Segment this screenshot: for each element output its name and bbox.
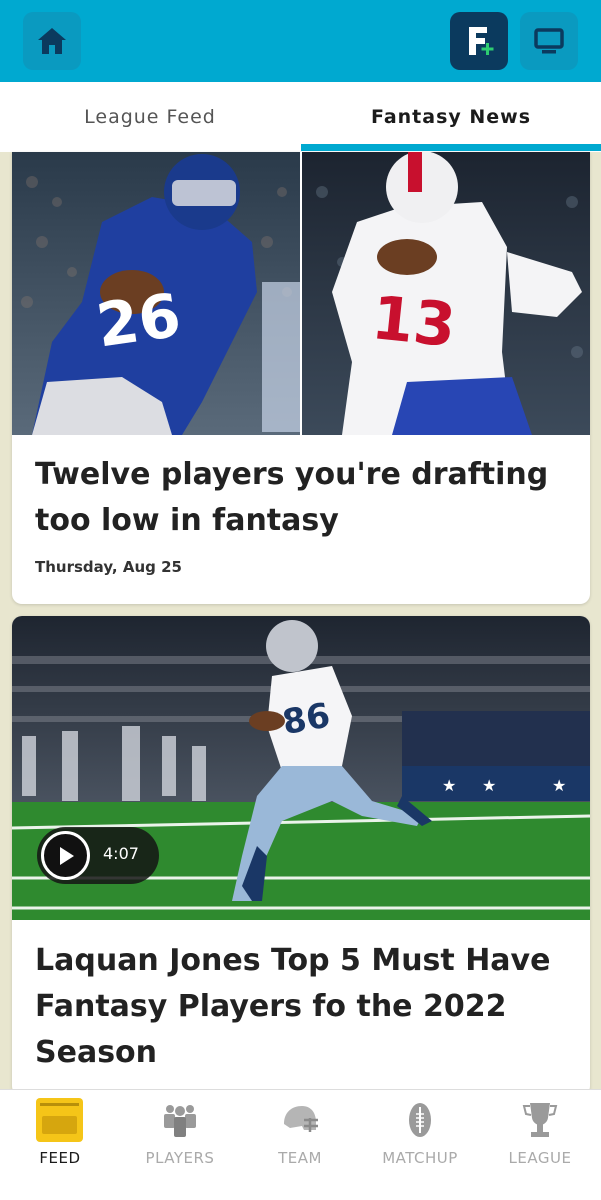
- nav-matchup[interactable]: MATCHUP: [360, 1090, 480, 1200]
- top-bar: [0, 0, 601, 82]
- svg-text:★: ★: [552, 776, 566, 795]
- nav-players[interactable]: PLAYERS: [120, 1090, 240, 1200]
- home-button[interactable]: [23, 12, 81, 70]
- home-icon: [38, 28, 66, 54]
- nav-label: MATCHUP: [382, 1149, 458, 1167]
- nav-league[interactable]: LEAGUE: [480, 1090, 600, 1200]
- monitor-icon: [534, 28, 564, 54]
- cast-screen-button[interactable]: [520, 12, 578, 70]
- svg-text:86: 86: [280, 695, 334, 743]
- nav-feed[interactable]: FEED: [0, 1090, 120, 1200]
- nav-team[interactable]: TEAM: [240, 1090, 360, 1200]
- feed-icon: [36, 1096, 84, 1144]
- svg-text:26: 26: [92, 281, 184, 362]
- players-icon: [156, 1096, 204, 1144]
- article-title[interactable]: Twelve players you're drafting too low i…: [35, 452, 570, 544]
- tab-league-feed[interactable]: League Feed: [0, 82, 300, 152]
- two-football-players-photo: 26 13: [12, 152, 590, 435]
- fantasy-plus-icon: [469, 27, 494, 55]
- nav-label: PLAYERS: [145, 1149, 215, 1167]
- video-play-button[interactable]: 4:07: [37, 827, 159, 884]
- nav-label: TEAM: [278, 1149, 322, 1167]
- feed-tabs: League Feed Fantasy News: [0, 82, 601, 152]
- article-card[interactable]: ★ ★ ★ 86 4:07 Laquan Jones Top 5 Must Have…: [12, 616, 590, 1096]
- trophy-icon: [516, 1096, 564, 1144]
- svg-text:★: ★: [442, 776, 456, 795]
- svg-text:★: ★: [482, 776, 496, 795]
- article-card[interactable]: 26 13 Twelve players you're drafting too…: [12, 152, 590, 604]
- tab-fantasy-news[interactable]: Fantasy News: [301, 82, 601, 152]
- fantasy-plus-button[interactable]: [450, 12, 508, 70]
- bottom-navigation: FEED PLAYERS TEAM MATCHUP LEAGUE: [0, 1089, 601, 1200]
- article-date: Thursday, Aug 25: [35, 558, 182, 576]
- svg-text:13: 13: [369, 283, 459, 361]
- football-icon: [396, 1096, 444, 1144]
- play-icon: [41, 831, 90, 880]
- video-duration: 4:07: [103, 844, 139, 863]
- active-tab-indicator: [301, 144, 601, 151]
- article-title[interactable]: Laquan Jones Top 5 Must Have Fantasy Pla…: [35, 938, 570, 1076]
- nav-label: FEED: [39, 1149, 81, 1167]
- helmet-icon: [276, 1096, 324, 1144]
- nav-label: LEAGUE: [508, 1149, 572, 1167]
